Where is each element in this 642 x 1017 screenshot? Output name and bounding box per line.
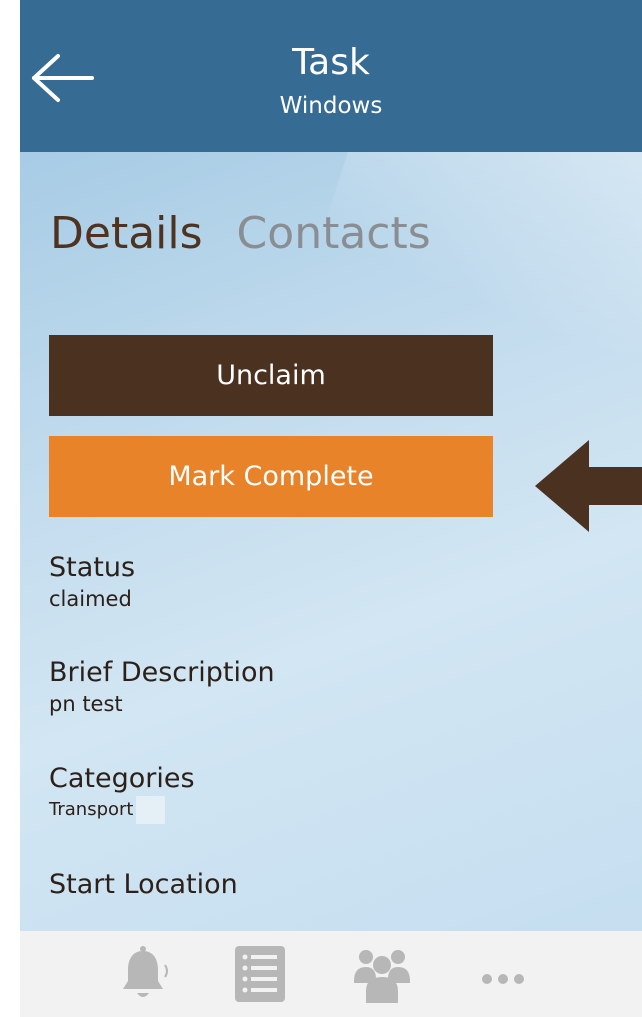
start-location-label: Start Location <box>49 869 238 900</box>
mark-complete-button[interactable]: Mark Complete <box>49 436 493 517</box>
more-tab[interactable] <box>473 943 533 1005</box>
status-value: claimed <box>49 587 132 611</box>
category-chip: Transport <box>49 796 166 824</box>
bottom-tab-bar <box>20 931 642 1017</box>
brief-description-field: Brief Description pn test <box>49 656 275 718</box>
header-bar: Task Windows <box>20 0 642 152</box>
status-label: Status <box>49 552 136 583</box>
brief-description-label: Brief Description <box>49 657 275 688</box>
notifications-tab[interactable] <box>113 943 173 1005</box>
categories-field: Categories Transport <box>49 762 195 824</box>
brief-description-value: pn test <box>49 692 123 716</box>
people-tab[interactable] <box>352 943 412 1005</box>
people-icon <box>354 950 410 1003</box>
page-title: Task <box>292 42 370 83</box>
page-subtitle: Windows <box>279 93 383 119</box>
status-field: Status claimed <box>49 551 135 613</box>
tab-details[interactable]: Details <box>50 208 203 259</box>
tab-strip: Details Contacts <box>50 204 451 264</box>
list-icon <box>235 946 285 1002</box>
arrow-left-icon <box>535 440 642 532</box>
start-location-field: Start Location <box>49 868 238 902</box>
tasks-tab[interactable] <box>230 943 290 1005</box>
task-detail-content: Details Contacts Unclaim Mark Complete S… <box>20 152 642 931</box>
more-icon <box>482 974 524 984</box>
app-screen: Task Windows Details Contacts Unclaim Ma… <box>20 0 642 1017</box>
bell-icon <box>123 946 168 997</box>
unclaim-button[interactable]: Unclaim <box>49 335 493 416</box>
categories-label: Categories <box>49 763 195 794</box>
tab-contacts[interactable]: Contacts <box>237 208 431 259</box>
